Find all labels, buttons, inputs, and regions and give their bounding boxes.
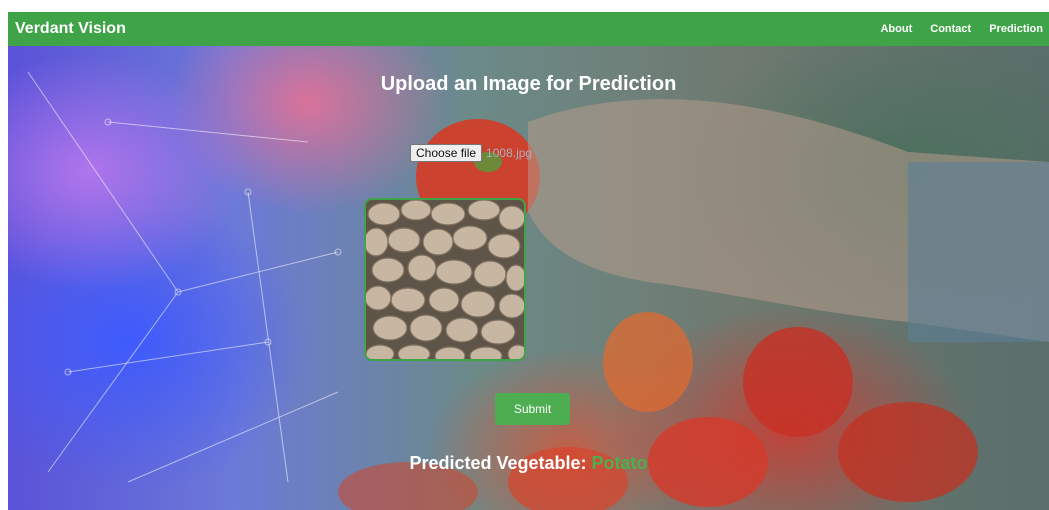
potato-image: [366, 200, 524, 359]
prediction-value: Potato: [591, 453, 648, 473]
file-input[interactable]: Choose file 1008.jpg: [410, 144, 532, 162]
prediction-label: Predicted Vegetable:: [409, 453, 587, 473]
nav-links: About Contact Prediction: [862, 23, 1043, 35]
choose-file-button[interactable]: Choose file: [410, 144, 483, 162]
image-preview: [364, 198, 526, 361]
navbar: Verdant Vision About Contact Prediction: [8, 12, 1049, 46]
page-title: Upload an Image for Prediction: [380, 73, 677, 95]
submit-button[interactable]: Submit: [495, 393, 570, 425]
brand-logo[interactable]: Verdant Vision: [15, 20, 126, 38]
prediction-result: Predicted Vegetable: Potato: [8, 453, 1049, 474]
page: Verdant Vision About Contact Prediction …: [8, 12, 1049, 510]
nav-link-contact[interactable]: Contact: [930, 23, 971, 35]
nav-link-about[interactable]: About: [880, 23, 912, 35]
nav-link-prediction[interactable]: Prediction: [989, 23, 1043, 35]
file-name-label: 1008.jpg: [486, 146, 533, 160]
